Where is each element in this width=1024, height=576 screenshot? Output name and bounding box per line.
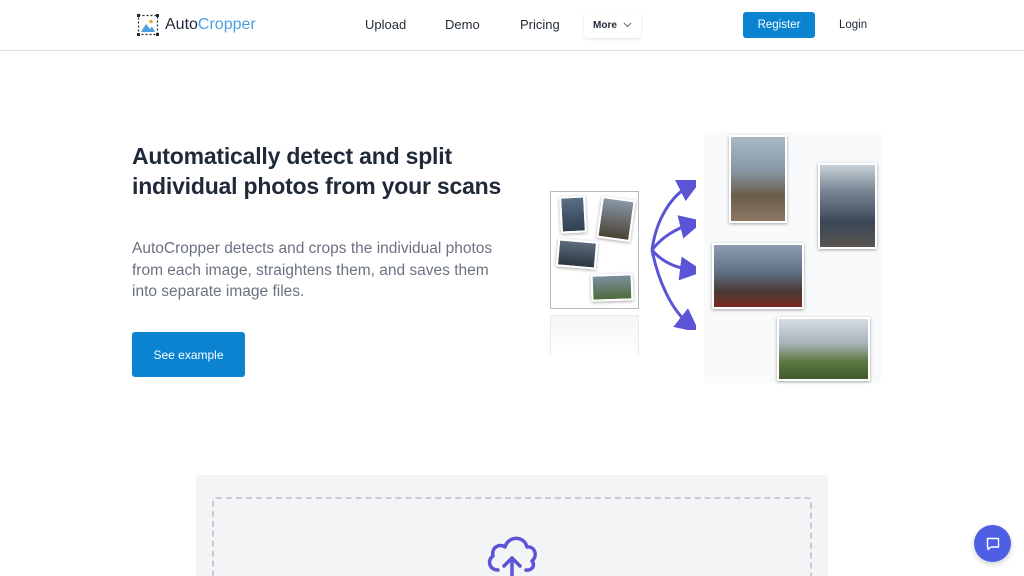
cloud-upload-icon[interactable] (484, 530, 540, 576)
scan-photo (555, 238, 599, 270)
register-button[interactable]: Register (743, 12, 815, 38)
chat-bubble-icon (986, 537, 999, 550)
nav-upload[interactable]: Upload (365, 17, 406, 33)
split-arrows-icon (650, 180, 696, 330)
chat-button[interactable] (974, 525, 1011, 562)
scan-photo (590, 273, 634, 302)
cropped-photo (777, 317, 870, 381)
crop-image-icon (137, 14, 159, 36)
logo[interactable]: AutoCropper (137, 14, 256, 36)
logo-text-cropper: Cropper (197, 16, 256, 33)
scan-photo (596, 195, 636, 243)
scan-photo (559, 195, 587, 234)
more-dropdown[interactable]: More (584, 12, 641, 38)
scan-reflection (550, 315, 639, 355)
chevron-down-icon (623, 22, 632, 28)
cropped-photo (729, 135, 787, 223)
scanned-page (550, 191, 639, 309)
cropped-photo (712, 243, 804, 309)
hero-title: Automatically detect and split individua… (132, 143, 502, 199)
nav-demo[interactable]: Demo (445, 17, 480, 33)
cropped-photo (818, 163, 877, 249)
hero-description: AutoCropper detects and crops the indivi… (132, 240, 493, 300)
more-label: More (593, 19, 617, 31)
see-example-button[interactable]: See example (132, 332, 245, 377)
logo-text-auto: Auto (165, 16, 198, 33)
nav-pricing[interactable]: Pricing (520, 17, 560, 33)
hero-illustration (548, 130, 883, 385)
login-link[interactable]: Login (839, 18, 867, 32)
top-nav-bar: AutoCropper Upload Demo Pricing More Reg… (0, 0, 1024, 51)
